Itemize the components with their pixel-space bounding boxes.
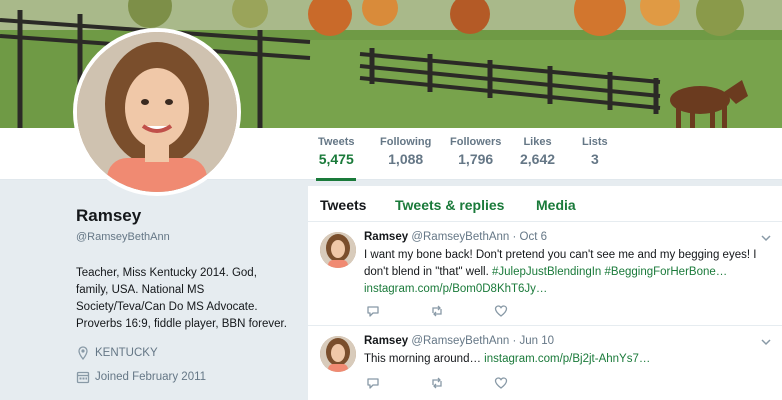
avatar-image bbox=[77, 32, 237, 192]
stat-label: Following bbox=[380, 136, 432, 148]
profile-handle[interactable]: @RamseyBethAnn bbox=[76, 231, 296, 243]
reply-icon[interactable] bbox=[366, 376, 380, 390]
profile-bio: Teacher, Miss Kentucky 2014. God, family… bbox=[76, 267, 287, 330]
stat-label: Followers bbox=[450, 136, 502, 148]
stat-value: 3 bbox=[590, 151, 599, 167]
tweet-avatar[interactable] bbox=[320, 232, 356, 268]
tab-tweets-replies[interactable]: Tweets & replies bbox=[395, 197, 504, 213]
profile-location: KENTUCKY bbox=[76, 346, 296, 360]
tweet-actions bbox=[366, 376, 558, 390]
tweet-author-name[interactable]: Ramsey bbox=[364, 231, 408, 243]
tweet-header: Ramsey @RamseyBethAnn · Jun 10 bbox=[364, 335, 554, 347]
tweet-author-handle[interactable]: @RamseyBethAnn bbox=[411, 335, 509, 347]
retweet-icon[interactable] bbox=[430, 376, 444, 390]
stat-likes[interactable]: Likes 2,642 bbox=[520, 136, 555, 167]
chevron-down-icon[interactable] bbox=[760, 336, 772, 348]
tweet-hashtags[interactable]: #JulepJustBlendingIn #BeggingForHerBone… bbox=[492, 266, 727, 278]
retweet-icon[interactable] bbox=[430, 304, 444, 318]
joined-text: Joined February 2011 bbox=[95, 371, 207, 383]
stat-label: Likes bbox=[523, 136, 552, 148]
tab-tweets[interactable]: Tweets bbox=[320, 197, 366, 213]
tweet-actions bbox=[366, 304, 558, 318]
stat-label: Tweets bbox=[318, 136, 355, 148]
tweet-link[interactable]: instagram.com/p/Bj2jt-AhnYs7… bbox=[484, 353, 650, 365]
stat-value: 1,088 bbox=[388, 151, 424, 167]
tweet-author-handle[interactable]: @RamseyBethAnn bbox=[411, 231, 509, 243]
reply-icon[interactable] bbox=[366, 304, 380, 318]
stat-tweets[interactable]: Tweets 5,475 bbox=[315, 136, 358, 181]
chevron-down-icon[interactable] bbox=[760, 232, 772, 244]
stat-value: 5,475 bbox=[318, 151, 354, 167]
tweet-text: This morning around… instagram.com/p/Bj2… bbox=[364, 351, 764, 368]
tweet-body: This morning around… bbox=[364, 353, 485, 365]
stat-label: Lists bbox=[582, 136, 608, 148]
tweet-author-name[interactable]: Ramsey bbox=[364, 335, 408, 347]
tweet-text: I want my bone back! Don't pretend you c… bbox=[364, 247, 764, 298]
profile-joined: Joined February 2011 bbox=[76, 370, 296, 384]
profile-name: Ramsey bbox=[76, 206, 142, 225]
heart-icon[interactable] bbox=[494, 376, 508, 390]
tweet-header: Ramsey @RamseyBethAnn · Oct 6 bbox=[364, 231, 547, 243]
calendar-icon bbox=[76, 371, 90, 384]
timeline-tabs: Tweets Tweets & replies Media bbox=[308, 186, 782, 222]
timeline: Tweets Tweets & replies Media Ramsey @Ra… bbox=[308, 186, 782, 400]
profile-avatar[interactable] bbox=[73, 28, 241, 196]
tweet-item[interactable]: Ramsey @RamseyBethAnn · Oct 6 I want my … bbox=[308, 222, 782, 326]
location-text: KENTUCKY bbox=[95, 347, 158, 359]
avatar-image bbox=[320, 232, 356, 268]
stat-value: 2,642 bbox=[520, 151, 556, 167]
tweet-item[interactable]: Ramsey @RamseyBethAnn · Jun 10 This morn… bbox=[308, 326, 782, 400]
stat-followers[interactable]: Followers 1,796 bbox=[450, 136, 501, 167]
avatar-image bbox=[320, 336, 356, 372]
tweet-link[interactable]: instagram.com/p/Bom0D8KhT6Jy… bbox=[364, 283, 547, 295]
stat-value: 1,796 bbox=[458, 151, 494, 167]
location-pin-icon bbox=[78, 346, 88, 360]
tweet-date[interactable]: · Oct 6 bbox=[513, 231, 548, 243]
stat-following[interactable]: Following 1,088 bbox=[380, 136, 431, 167]
heart-icon[interactable] bbox=[494, 304, 508, 318]
profile-info: Ramsey @RamseyBethAnn Teacher, Miss Kent… bbox=[76, 206, 296, 384]
tab-media[interactable]: Media bbox=[536, 197, 576, 213]
stat-lists[interactable]: Lists 3 bbox=[582, 136, 608, 167]
tweet-avatar[interactable] bbox=[320, 336, 356, 372]
tweet-date[interactable]: · Jun 10 bbox=[513, 335, 555, 347]
